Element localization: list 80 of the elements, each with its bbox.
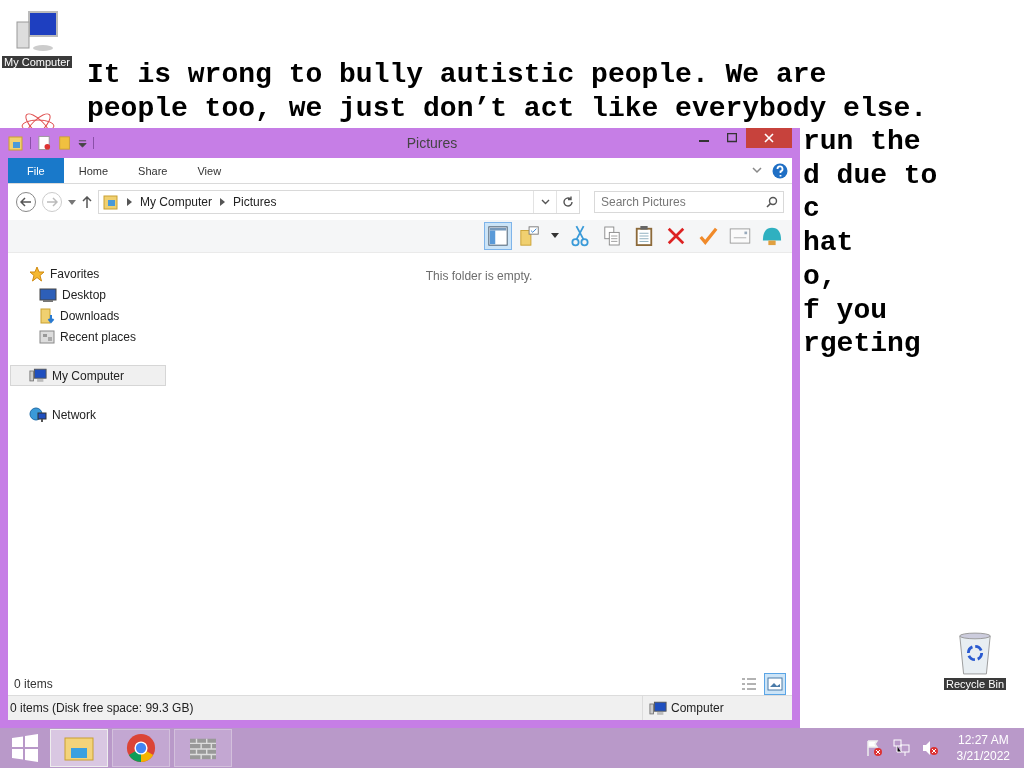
wallpaper-text: o, (803, 259, 837, 294)
clipboard-icon (634, 225, 654, 247)
clock-time: 12:27 AM (957, 732, 1009, 748)
folder-icon (63, 734, 95, 762)
delete-icon (666, 226, 686, 246)
file-tab[interactable]: File (8, 158, 64, 183)
forward-button[interactable] (42, 192, 62, 212)
item-count: 0 items (14, 677, 53, 691)
customize-caret-icon[interactable] (78, 138, 87, 148)
scissors-icon (571, 225, 589, 247)
large-icons-view-button[interactable] (764, 673, 786, 695)
breadcrumb-arrow-icon[interactable] (127, 198, 132, 206)
help-icon[interactable] (772, 162, 788, 179)
back-button[interactable] (16, 192, 36, 212)
nav-item[interactable]: Recent places (10, 326, 166, 347)
nav-item[interactable]: Network (10, 404, 166, 425)
up-arrow-icon[interactable] (82, 196, 92, 208)
folder-icon[interactable] (8, 135, 24, 151)
shell-icon (761, 226, 783, 246)
desktop-icon-label[interactable]: Recycle Bin (944, 678, 1007, 690)
download-icon (39, 307, 55, 324)
wallpaper-text: It is wrong to bully autistic people. We are (87, 58, 828, 92)
star-icon (29, 265, 45, 282)
back-arrow-icon (20, 197, 32, 207)
pictures-folder-icon (103, 194, 119, 210)
recent-icon (39, 328, 55, 345)
wallpaper-text: run the (803, 125, 921, 159)
wallpaper-text: f you (803, 293, 887, 328)
computer-icon (29, 368, 47, 383)
maximize-icon (727, 133, 737, 143)
address-bar[interactable]: My Computer Pictures (98, 190, 580, 214)
taskbar-app-button[interactable] (174, 729, 232, 767)
breadcrumb-arrow-icon[interactable] (220, 198, 226, 206)
wallpaper-text: c (803, 192, 820, 227)
details-list-icon (741, 677, 757, 691)
recent-locations-caret-icon[interactable] (68, 199, 76, 205)
network-icon (29, 406, 47, 423)
windows-logo-icon (11, 734, 39, 762)
status-location: Computer (671, 701, 724, 715)
ribbon-tab[interactable]: Home (63, 158, 124, 183)
wallpaper-text: people too, we just don’t act like everybody else. (87, 91, 928, 126)
desktop-icon-label[interactable]: My Computer (2, 56, 73, 68)
breadcrumb[interactable]: My Computer (140, 195, 213, 209)
envelope-icon (729, 228, 751, 244)
status-summary: 0 items (Disk free space: 99.3 GB) (9, 701, 195, 715)
checkmark-icon (698, 226, 718, 246)
caret-icon (551, 233, 559, 239)
close-icon (764, 133, 774, 143)
search-icon (766, 196, 778, 208)
ribbon-tab[interactable]: View (182, 158, 237, 183)
desktop-icon (39, 287, 57, 302)
forward-arrow-icon (46, 197, 58, 207)
copy-icon (603, 225, 621, 247)
document-icon[interactable] (37, 135, 52, 151)
network-icon[interactable] (892, 739, 911, 757)
clock-date: 3/21/2022 (956, 748, 1010, 764)
layout-pane-icon (487, 225, 509, 247)
computer-icon[interactable] (13, 10, 61, 54)
window-title: Pictures (405, 135, 459, 151)
folder-check-icon (519, 225, 541, 247)
taskbar-app-button[interactable] (112, 729, 170, 767)
search-field[interactable]: Search Pictures (594, 191, 784, 213)
ribbon-tab[interactable]: Share (123, 158, 183, 183)
close-button[interactable] (746, 128, 792, 148)
speaker-muted-icon[interactable] (920, 739, 939, 757)
flag-error-icon[interactable] (864, 739, 883, 757)
nav-item[interactable]: Downloads (10, 305, 166, 326)
wallpaper-text: rgeting (803, 327, 921, 361)
empty-folder-message: This folder is empty. (425, 269, 533, 283)
chrome-icon (126, 733, 156, 763)
nav-item[interactable]: Favorites (10, 263, 166, 284)
breadcrumb[interactable]: Pictures (233, 195, 277, 209)
computer-icon (649, 700, 667, 716)
wallpaper-text: hat (803, 226, 854, 260)
wallpaper-text: d due to (803, 158, 938, 193)
nav-item[interactable]: Desktop (10, 284, 166, 305)
expand-ribbon-icon[interactable] (752, 167, 762, 174)
minimize-icon (699, 140, 709, 142)
picture-icon (767, 677, 783, 691)
nav-item[interactable]: My Computer (10, 365, 166, 386)
